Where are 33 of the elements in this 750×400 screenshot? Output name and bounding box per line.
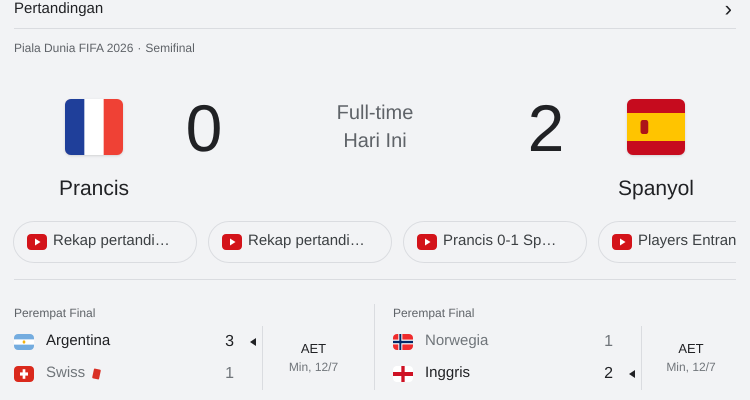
match-status: AET xyxy=(678,340,704,358)
video-chip[interactable]: Players Entran xyxy=(598,220,736,262)
chevron-icon[interactable]: › xyxy=(724,0,732,20)
play-icon xyxy=(222,234,242,250)
video-chip[interactable]: Rekap pertandi… xyxy=(208,220,392,262)
separator: · xyxy=(137,40,142,57)
score: 2 xyxy=(526,95,566,161)
video-chip[interactable]: Rekap pertandi… xyxy=(13,220,197,262)
match-date: Min, 12/7 xyxy=(666,359,716,376)
team-name[interactable]: Norwegia xyxy=(425,330,488,353)
play-icon xyxy=(417,234,437,250)
stage-label: Perempat Final xyxy=(14,304,96,322)
competition-name[interactable]: Piala Dunia FIFA 2026 xyxy=(14,39,134,57)
video-chip[interactable]: Prancis 0-1 Sp… xyxy=(403,220,587,262)
team-name[interactable]: Spanyol xyxy=(618,173,694,204)
stage-label: Semifinal xyxy=(145,40,195,57)
team-name[interactable]: Prancis xyxy=(58,173,130,204)
play-icon xyxy=(27,234,47,250)
stage-label: Perempat Final xyxy=(393,304,476,322)
team-name[interactable]: Argentina xyxy=(46,330,110,353)
play-icon xyxy=(612,234,632,250)
match-date: Min, 12/7 xyxy=(288,359,338,376)
match-status: AET xyxy=(300,340,326,358)
team-name[interactable]: Swiss xyxy=(46,362,86,385)
team-score: 1 xyxy=(225,364,234,384)
team-name[interactable]: Inggris xyxy=(425,362,470,385)
team-score: 3 xyxy=(225,332,234,352)
score: 0 xyxy=(184,95,224,161)
team-score: 2 xyxy=(604,364,613,384)
match-date: Hari Ini xyxy=(343,129,407,154)
section-title: Pertandingan xyxy=(14,0,104,19)
match-status: Full-time xyxy=(336,101,414,126)
team-score: 1 xyxy=(604,332,613,352)
